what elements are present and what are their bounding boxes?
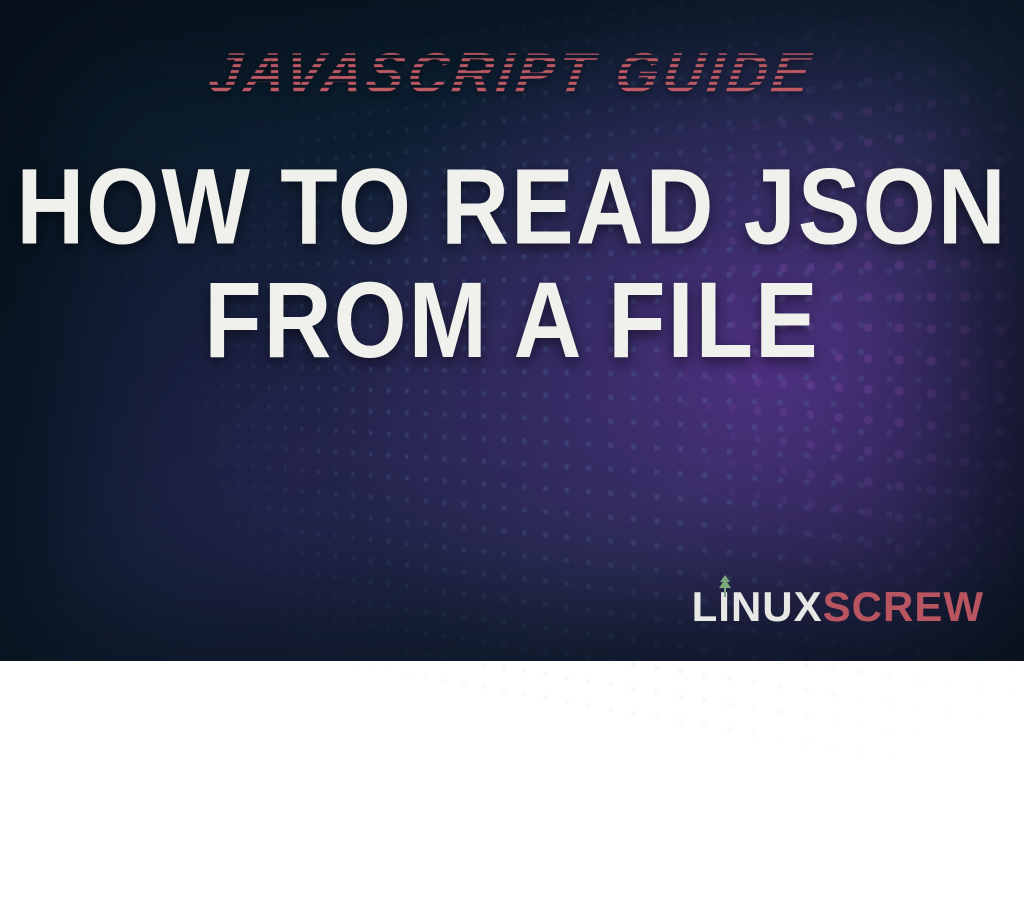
background-dots-highlight — [237, 0, 1024, 915]
title-line-1: HOW TO READ JSON — [16, 150, 1007, 263]
logo-text-l: L — [692, 583, 719, 631]
title-line-2: FROM A FILE — [16, 264, 1007, 377]
banner-title: HOW TO READ JSON FROM A FILE — [16, 150, 1007, 377]
brand-logo: L INUXSCREW — [692, 583, 984, 631]
promo-banner: JAVASCRIPT GUIDE HOW TO READ JSON FROM A… — [0, 0, 1024, 661]
banner-subtitle: JAVASCRIPT GUIDE — [206, 40, 818, 105]
tree-icon — [718, 575, 732, 602]
logo-text-screw: SCREW — [823, 583, 984, 631]
logo-text-i: I — [718, 583, 731, 631]
logo-text-nux: NUX — [731, 583, 823, 631]
